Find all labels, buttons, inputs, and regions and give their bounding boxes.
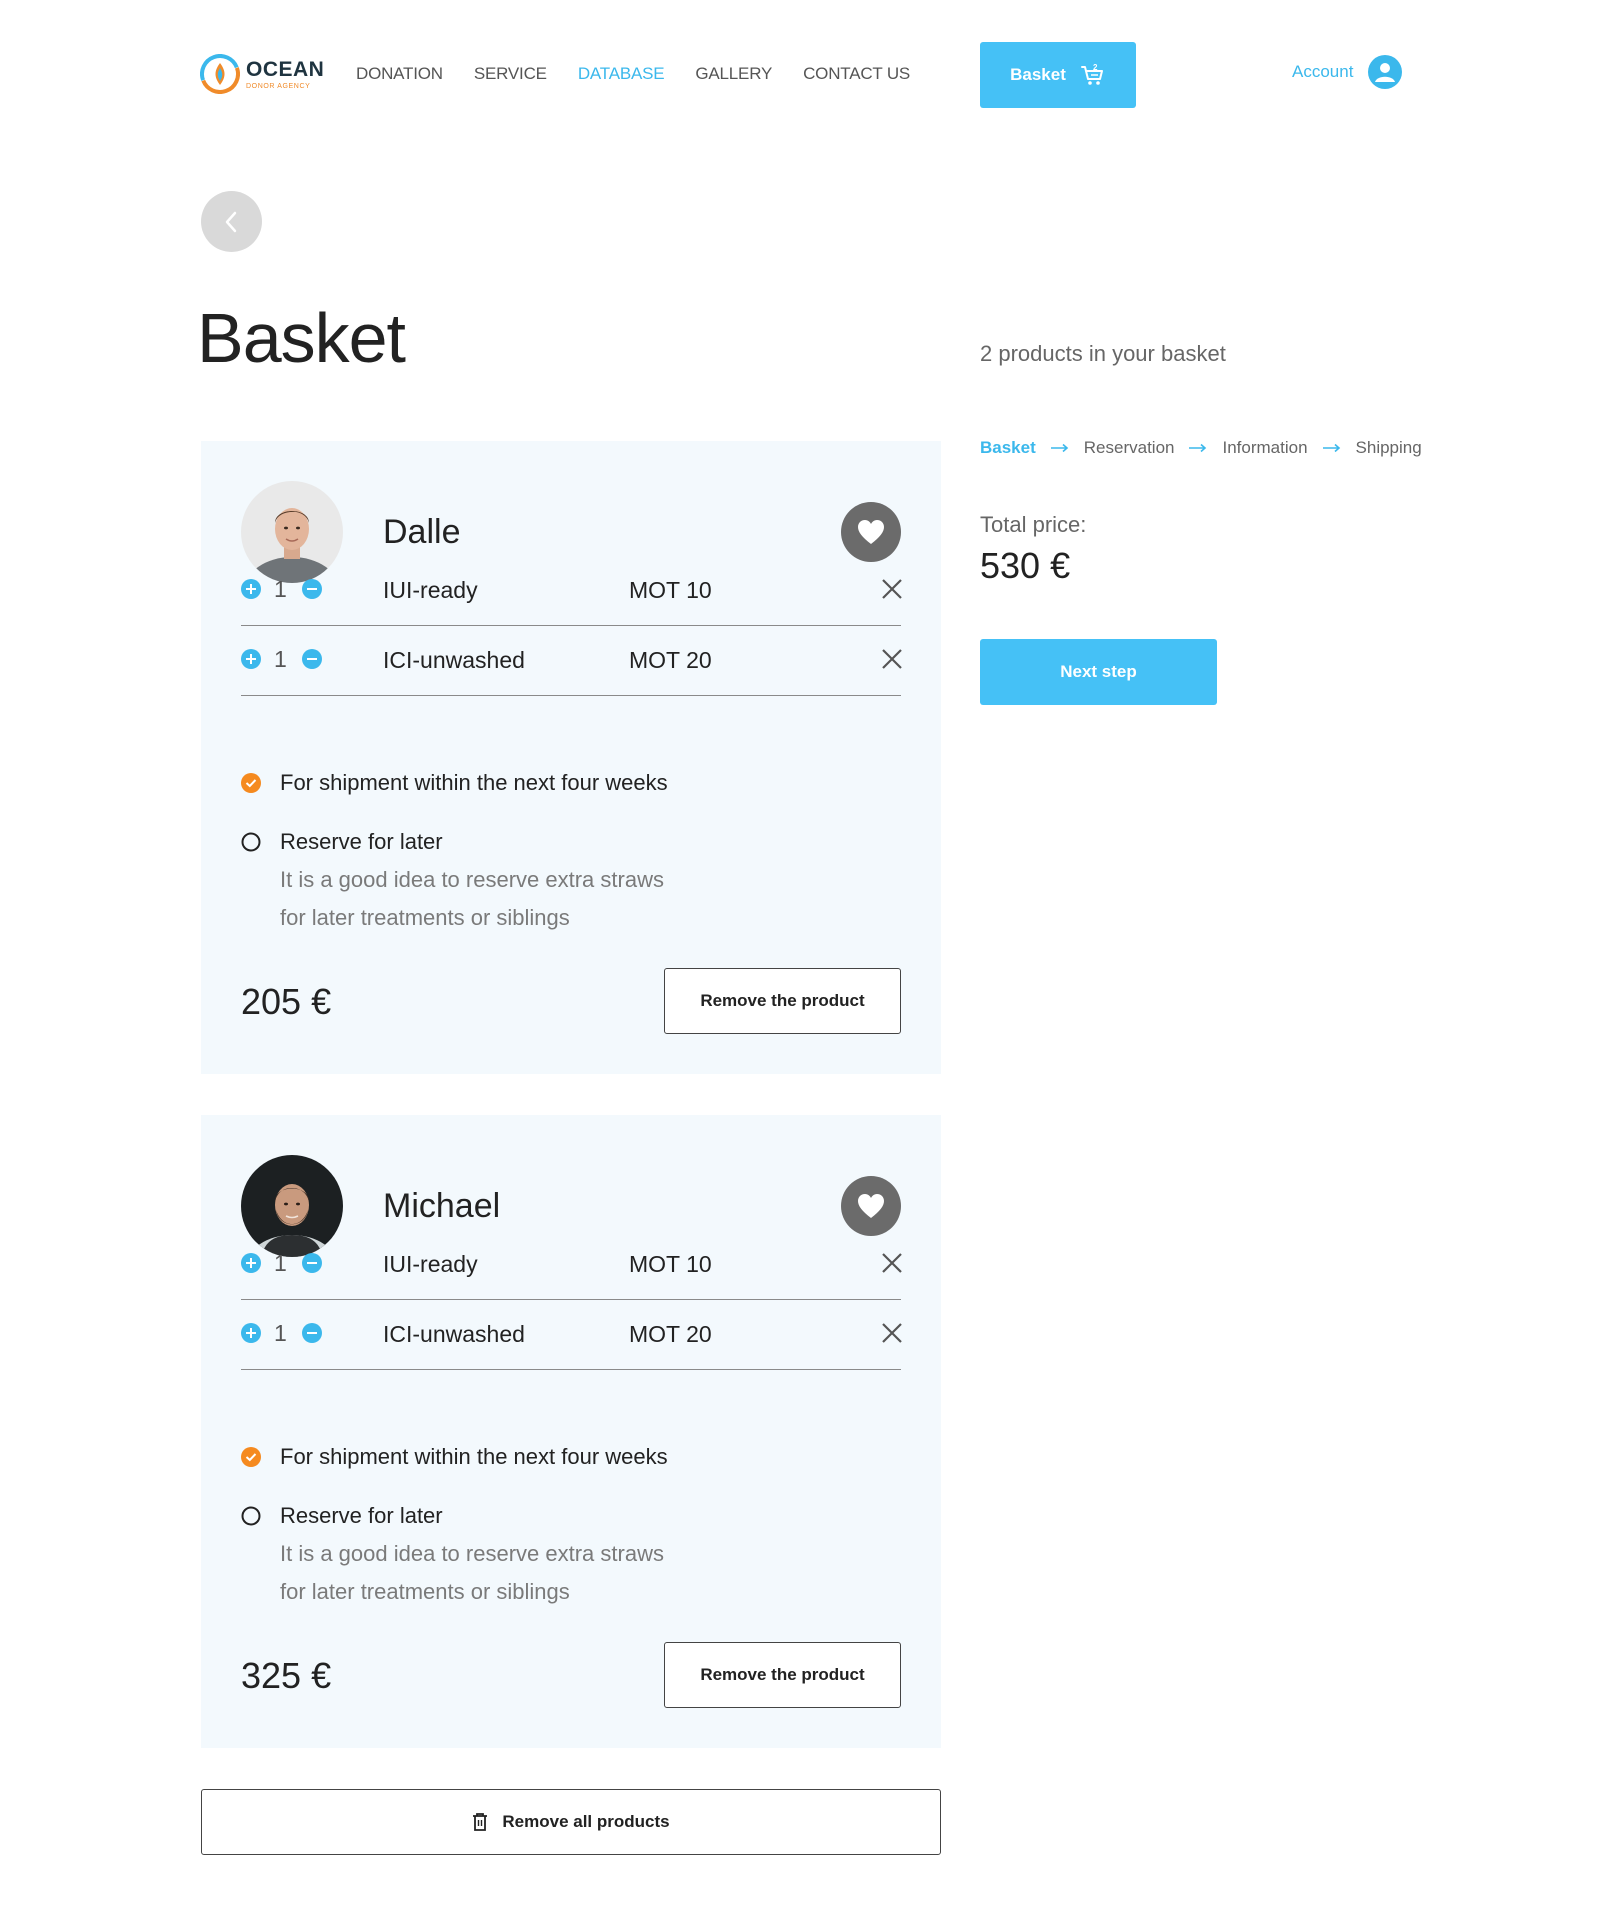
nav-donation[interactable]: DONATION (356, 64, 443, 84)
product-type: IUI-ready (383, 1251, 478, 1277)
basket-button[interactable]: Basket 2 (980, 42, 1136, 108)
product-line: 1 IUI-ready MOT 10 (241, 556, 903, 626)
product-price: 325 € (241, 1655, 332, 1696)
option-reserve[interactable]: Reserve for later (241, 829, 443, 855)
minus-circle-icon[interactable] (302, 1323, 322, 1343)
option-reserve[interactable]: Reserve for later (241, 1503, 443, 1529)
close-icon[interactable] (881, 1252, 903, 1274)
logo-mark-icon (200, 54, 240, 94)
option-shipment-label: For shipment within the next four weeks (280, 1444, 668, 1469)
reserve-hint: It is a good idea to reserve extra straw… (280, 861, 664, 937)
step-basket[interactable]: Basket (980, 438, 1036, 458)
quantity-value: 1 (274, 1250, 287, 1276)
cart-icon: 2 (1080, 63, 1103, 85)
total-price-value: 530 € (980, 545, 1071, 586)
step-information[interactable]: Information (1222, 438, 1307, 458)
total-price-label: Total price: (980, 512, 1087, 537)
chevron-left-icon (225, 211, 236, 232)
minus-circle-icon[interactable] (302, 579, 322, 599)
close-icon[interactable] (881, 648, 903, 670)
logo-name: OCEAN (246, 57, 325, 81)
remove-all-button[interactable]: Remove all products (201, 1789, 941, 1855)
close-icon[interactable] (881, 578, 903, 600)
nav-service[interactable]: SERVICE (474, 64, 547, 84)
product-mot: MOT 10 (629, 1251, 712, 1277)
back-button[interactable] (201, 191, 262, 252)
main-nav: DONATION SERVICE DATABASE GALLERY CONTAC… (356, 64, 941, 84)
nav-contact-us[interactable]: CONTACT US (803, 64, 910, 84)
next-step-button[interactable]: Next step (980, 639, 1217, 705)
products-count: 2 products in your basket (980, 341, 1226, 366)
trash-icon (473, 1813, 488, 1831)
quantity-value: 1 (274, 576, 287, 602)
basket-button-label: Basket (1010, 65, 1066, 84)
option-shipment[interactable]: For shipment within the next four weeks (241, 1444, 668, 1470)
option-shipment[interactable]: For shipment within the next four weeks (241, 770, 668, 796)
favorite-button[interactable] (841, 1176, 901, 1236)
step-shipping[interactable]: Shipping (1356, 438, 1422, 458)
minus-circle-icon[interactable] (302, 1253, 322, 1273)
plus-circle-icon[interactable] (241, 579, 261, 599)
product-card: Michael 1 IUI-ready MOT 10 1 ICI-unwashe… (201, 1115, 941, 1748)
donor-name: Michael (383, 1187, 501, 1225)
product-line: 1 ICI-unwashed MOT 20 (241, 1300, 903, 1370)
product-type: ICI-unwashed (383, 1321, 525, 1347)
reserve-hint-line: for later treatments or siblings (280, 1579, 570, 1604)
product-type: ICI-unwashed (383, 647, 525, 673)
reserve-hint-line: It is a good idea to reserve extra straw… (280, 1541, 664, 1566)
nav-database[interactable]: DATABASE (578, 64, 665, 84)
arrow-right-icon (1322, 443, 1340, 453)
product-mot: MOT 20 (629, 1321, 712, 1347)
product-line: 1 IUI-ready MOT 10 (241, 1230, 903, 1300)
remove-product-button[interactable]: Remove the product (664, 968, 901, 1034)
checkout-steps: Basket Reservation Information Shipping (980, 438, 1422, 458)
arrow-right-icon (1189, 443, 1207, 453)
product-price: 205 € (241, 981, 332, 1022)
top-header: OCEAN DONOR AGENCY DONATION SERVICE DATA… (0, 0, 1600, 150)
product-line: 1 ICI-unwashed MOT 20 (241, 626, 903, 696)
product-mot: MOT 20 (629, 647, 712, 673)
user-icon (1368, 55, 1403, 89)
donor-name: Dalle (383, 513, 461, 551)
product-card: Dalle 1 IUI-ready MOT 10 1 ICI-unwashed … (201, 441, 941, 1074)
plus-circle-icon[interactable] (241, 1253, 261, 1273)
check-circle-icon[interactable] (241, 1447, 261, 1467)
favorite-button[interactable] (841, 502, 901, 562)
heart-icon (858, 520, 884, 544)
reserve-hint-line: for later treatments or siblings (280, 905, 570, 930)
plus-circle-icon[interactable] (241, 1323, 261, 1343)
heart-icon (858, 1194, 884, 1218)
reserve-hint: It is a good idea to reserve extra straw… (280, 1535, 664, 1611)
logo-subtitle: DONOR AGENCY (246, 82, 311, 90)
reserve-hint-line: It is a good idea to reserve extra straw… (280, 867, 664, 892)
step-reservation[interactable]: Reservation (1084, 438, 1175, 458)
option-reserve-label: Reserve for later (280, 829, 443, 854)
basket-count: 2 (1093, 63, 1098, 72)
close-icon[interactable] (881, 1322, 903, 1344)
arrow-right-icon (1050, 443, 1068, 453)
minus-circle-icon[interactable] (302, 649, 322, 669)
radio-empty-icon[interactable] (241, 832, 261, 852)
option-reserve-label: Reserve for later (280, 1503, 443, 1528)
product-type: IUI-ready (383, 577, 478, 603)
nav-gallery[interactable]: GALLERY (695, 64, 772, 84)
remove-all-label: Remove all products (502, 1812, 670, 1831)
quantity-value: 1 (274, 646, 287, 672)
plus-circle-icon[interactable] (241, 649, 261, 669)
check-circle-icon[interactable] (241, 773, 261, 793)
option-shipment-label: For shipment within the next four weeks (280, 770, 668, 795)
account-label: Account (1292, 62, 1354, 81)
page-title: Basket (197, 299, 406, 377)
account-link[interactable]: Account (1292, 54, 1403, 90)
quantity-value: 1 (274, 1320, 287, 1346)
radio-empty-icon[interactable] (241, 1506, 261, 1526)
remove-product-button[interactable]: Remove the product (664, 1642, 901, 1708)
product-mot: MOT 10 (629, 577, 712, 603)
logo[interactable]: OCEAN DONOR AGENCY (200, 54, 324, 94)
